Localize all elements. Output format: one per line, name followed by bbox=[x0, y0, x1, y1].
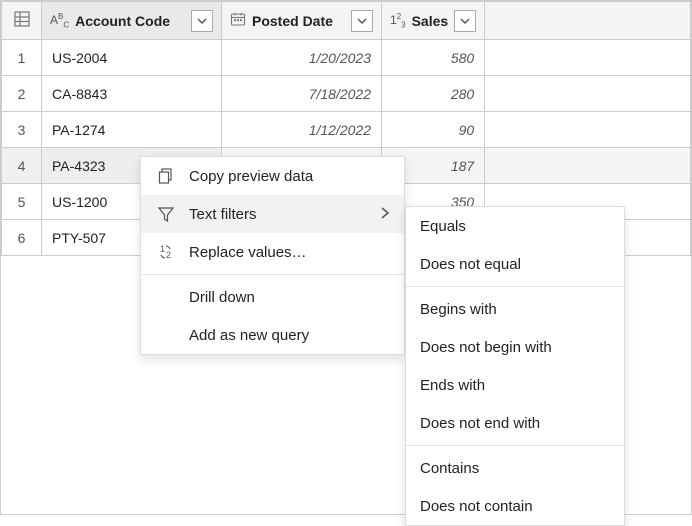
menu-item-equals[interactable]: Equals bbox=[406, 207, 624, 245]
filter-icon bbox=[155, 205, 177, 223]
menu-label: Text filters bbox=[189, 206, 368, 223]
context-menu: Copy preview data Text filters 12 Replac… bbox=[140, 156, 405, 355]
menu-label: Begins with bbox=[420, 301, 610, 318]
chevron-down-icon bbox=[460, 16, 470, 26]
row-index[interactable]: 4 bbox=[2, 148, 42, 184]
menu-separator bbox=[406, 445, 624, 446]
menu-label: Ends with bbox=[420, 377, 610, 394]
menu-item-does-not-end-with[interactable]: Does not end with bbox=[406, 404, 624, 442]
column-header-posted-date[interactable]: Posted Date bbox=[222, 2, 382, 40]
menu-label: Equals bbox=[420, 218, 610, 235]
chevron-down-icon bbox=[197, 16, 207, 26]
column-header-sales[interactable]: 123 Sales bbox=[382, 2, 485, 40]
cell-account-code[interactable]: PA-1274 bbox=[42, 112, 222, 148]
menu-item-ends-with[interactable]: Ends with bbox=[406, 366, 624, 404]
cell-posted-date[interactable]: 1/20/2023 bbox=[222, 40, 382, 76]
table-row[interactable]: 3 PA-1274 1/12/2022 90 bbox=[2, 112, 691, 148]
menu-label: Drill down bbox=[189, 289, 390, 306]
menu-item-does-not-equal[interactable]: Does not equal bbox=[406, 245, 624, 283]
filter-button[interactable] bbox=[191, 10, 213, 32]
filter-button[interactable] bbox=[454, 10, 476, 32]
int-type-icon: 123 bbox=[390, 12, 406, 29]
column-label: Account Code bbox=[75, 13, 185, 29]
filter-button[interactable] bbox=[351, 10, 373, 32]
row-index[interactable]: 3 bbox=[2, 112, 42, 148]
cell-account-code[interactable]: US-2004 bbox=[42, 40, 222, 76]
menu-item-copy-preview-data[interactable]: Copy preview data bbox=[141, 157, 404, 195]
cell-sales[interactable]: 580 bbox=[382, 40, 485, 76]
table-row[interactable]: 1 US-2004 1/20/2023 580 bbox=[2, 40, 691, 76]
row-index[interactable]: 5 bbox=[2, 184, 42, 220]
table-corner[interactable] bbox=[2, 2, 42, 40]
replace-icon: 12 bbox=[155, 243, 177, 261]
row-index[interactable]: 1 bbox=[2, 40, 42, 76]
menu-label: Does not contain bbox=[420, 498, 610, 515]
menu-item-contains[interactable]: Contains bbox=[406, 449, 624, 487]
filler-column bbox=[485, 2, 691, 40]
svg-text:1: 1 bbox=[160, 244, 165, 254]
column-label: Posted Date bbox=[252, 13, 345, 29]
cell-sales[interactable]: 280 bbox=[382, 76, 485, 112]
menu-separator bbox=[141, 274, 404, 275]
menu-label: Copy preview data bbox=[189, 168, 390, 185]
table-row[interactable]: 2 CA-8843 7/18/2022 280 bbox=[2, 76, 691, 112]
query-grid: ABC Account Code Posted Date bbox=[0, 0, 692, 515]
menu-item-drill-down[interactable]: Drill down bbox=[141, 278, 404, 316]
date-type-icon bbox=[230, 11, 246, 30]
cell-account-code[interactable]: CA-8843 bbox=[42, 76, 222, 112]
column-label: Sales bbox=[412, 13, 449, 29]
menu-item-does-not-contain[interactable]: Does not contain bbox=[406, 487, 624, 525]
menu-label: Contains bbox=[420, 460, 610, 477]
menu-item-does-not-begin-with[interactable]: Does not begin with bbox=[406, 328, 624, 366]
menu-item-add-as-new-query[interactable]: Add as new query bbox=[141, 316, 404, 354]
cell-sales[interactable]: 90 bbox=[382, 112, 485, 148]
menu-item-begins-with[interactable]: Begins with bbox=[406, 290, 624, 328]
chevron-right-icon bbox=[380, 206, 390, 223]
copy-icon bbox=[155, 167, 177, 185]
row-index[interactable]: 6 bbox=[2, 220, 42, 256]
cell-posted-date[interactable]: 1/12/2022 bbox=[222, 112, 382, 148]
menu-separator bbox=[406, 286, 624, 287]
svg-text:2: 2 bbox=[166, 250, 171, 260]
row-index[interactable]: 2 bbox=[2, 76, 42, 112]
menu-label: Does not equal bbox=[420, 256, 610, 273]
table-icon bbox=[13, 10, 31, 28]
menu-label: Does not begin with bbox=[420, 339, 610, 356]
column-header-account-code[interactable]: ABC Account Code bbox=[42, 2, 222, 40]
chevron-down-icon bbox=[357, 16, 367, 26]
cell-posted-date[interactable]: 7/18/2022 bbox=[222, 76, 382, 112]
menu-label: Add as new query bbox=[189, 327, 390, 344]
text-filters-submenu: Equals Does not equal Begins with Does n… bbox=[405, 206, 625, 526]
abc-type-icon: ABC bbox=[50, 12, 69, 29]
menu-item-text-filters[interactable]: Text filters bbox=[141, 195, 404, 233]
menu-item-replace-values[interactable]: 12 Replace values… bbox=[141, 233, 404, 271]
menu-label: Replace values… bbox=[189, 244, 390, 261]
menu-label: Does not end with bbox=[420, 415, 610, 432]
